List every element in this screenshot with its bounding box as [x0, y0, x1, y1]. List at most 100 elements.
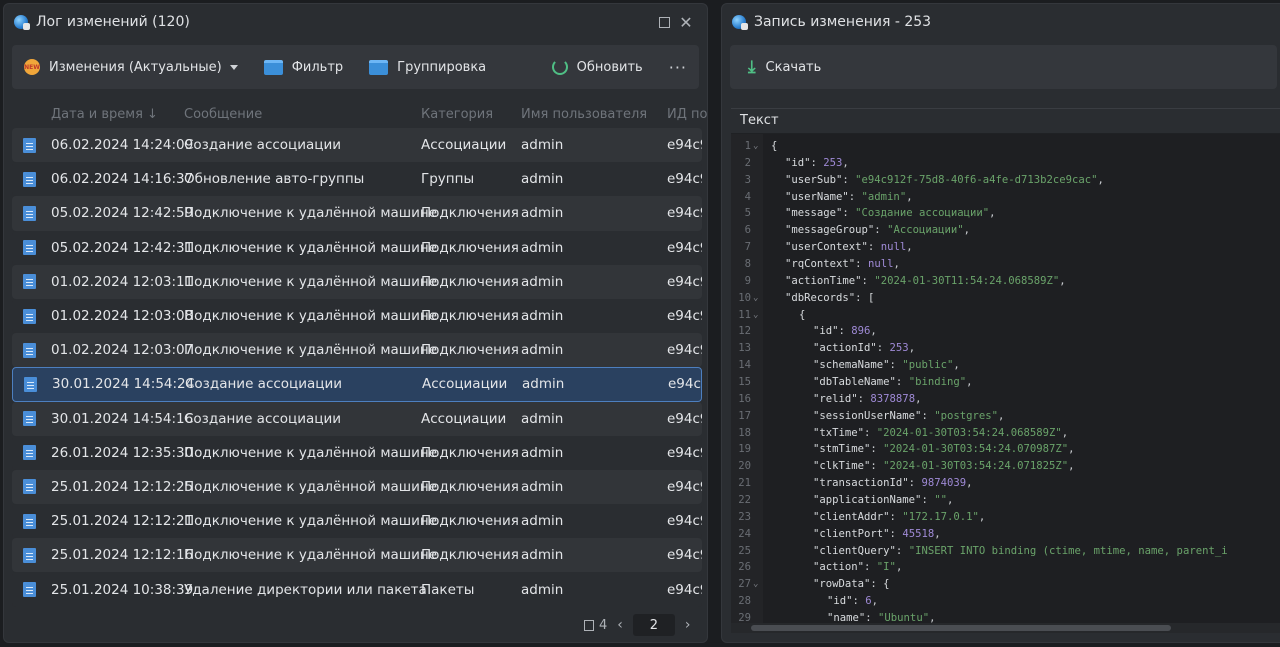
table-row[interactable]: 05.02.2024 12:42:31 Подключение к удалённ… [12, 230, 702, 265]
cell-id: e94c9 [667, 171, 702, 188]
line-number: 28 [738, 595, 751, 608]
cell-message: Подключение к удалённой машине [184, 273, 438, 290]
cell-user: admin [521, 410, 564, 427]
code-line: 16 "relid": 8378878, [731, 391, 1280, 408]
line-number: 12 [738, 325, 751, 338]
table-row[interactable]: 25.01.2024 10:38:39 Удаление директории и… [12, 572, 702, 607]
close-button[interactable]: ✕ [675, 11, 697, 33]
json-code-editor[interactable]: 1 ⌄{2 "id": 253, 3 "userSub": "e94c912f-75d8… [731, 134, 1280, 623]
cell-category: Подключения [421, 342, 519, 359]
json-key: "message" [785, 207, 843, 220]
column-header-category[interactable]: Категория [421, 107, 493, 122]
json-key: "sessionUserName" [813, 409, 922, 422]
text-panel-label: Текст [731, 109, 1280, 133]
line-number: 26 [738, 561, 751, 574]
cell-id: e94c9 [667, 205, 702, 222]
cell-user: admin [521, 547, 564, 564]
prev-page-button[interactable]: ‹ [617, 617, 623, 633]
cell-date: 01.02.2024 12:03:11 [51, 273, 194, 290]
table-row[interactable]: 30.01.2024 14:54:16 Создание ассоциации Ас… [12, 401, 702, 436]
json-value: "admin" [861, 190, 907, 203]
json-punctuation: , [906, 241, 913, 254]
column-header-user[interactable]: Имя пользователя [521, 107, 647, 122]
document-icon [23, 137, 36, 153]
line-number: 24 [738, 527, 751, 540]
table-header: Дата и время ↓ Сообщение Категория Имя п… [4, 100, 707, 128]
refresh-button[interactable]: Обновить [551, 59, 643, 75]
line-number: 15 [738, 376, 751, 389]
json-punctuation: , [842, 156, 849, 169]
table-row[interactable]: 26.01.2024 12:35:30 Подключение к удалённ… [12, 435, 702, 470]
json-value: 253 [889, 342, 909, 355]
fold-toggle-icon[interactable]: ⌄ [753, 290, 758, 307]
cell-date: 05.02.2024 12:42:31 [51, 239, 194, 256]
fold-toggle-icon[interactable]: ⌄ [753, 307, 758, 324]
json-value: { [883, 578, 890, 591]
table-row[interactable]: 25.01.2024 12:12:16 Подключение к удалённ… [12, 538, 702, 573]
page-number-input[interactable]: 2 [632, 614, 675, 636]
line-number: 7 [744, 241, 751, 254]
grouping-button[interactable]: Группировка [369, 59, 486, 75]
json-key: "stmTime" [813, 443, 871, 456]
column-header-message[interactable]: Сообщение [184, 107, 262, 122]
filter-button[interactable]: Фильтр [263, 59, 344, 75]
change-record-titlebar: Запись изменения - 253 [722, 4, 1280, 40]
scrollbar-thumb[interactable] [751, 625, 1171, 631]
json-value: 9874039 [921, 477, 967, 490]
column-header-id[interactable]: ИД по [667, 107, 707, 122]
json-key: "rowData" [813, 578, 871, 591]
json-punctuation: , [1068, 460, 1075, 473]
document-icon [23, 342, 36, 358]
view-dropdown[interactable]: NEW Изменения (Актуальные) [24, 59, 238, 75]
json-value: null [867, 258, 894, 271]
json-punctuation: , [963, 224, 970, 237]
document-icon [23, 513, 36, 529]
cell-category: Группы [421, 171, 475, 188]
code-line: 23 "clientAddr": "172.17.0.1", [731, 509, 1280, 526]
cell-category: Подключения [421, 547, 519, 564]
table-row[interactable]: 25.01.2024 12:12:25 Подключение к удалённ… [12, 469, 702, 505]
json-key: "clientQuery" [813, 544, 896, 557]
line-number: 22 [738, 494, 751, 507]
filter-label: Фильтр [291, 59, 344, 75]
refresh-label: Обновить [576, 59, 643, 75]
table-row[interactable]: 05.02.2024 12:42:59 Подключение к удалённ… [12, 196, 702, 231]
json-key: "applicationName" [813, 494, 922, 507]
json-punctuation: , [895, 561, 903, 574]
filter-icon [263, 59, 283, 75]
table-row[interactable]: 06.02.2024 14:24:09 Создание ассоциации Ас… [12, 128, 702, 163]
next-page-button[interactable]: › [685, 617, 691, 633]
fold-toggle-icon[interactable]: ⌄ [753, 138, 758, 155]
column-header-date[interactable]: Дата и время ↓ [51, 107, 158, 122]
code-line: 21 "transactionId": 9874039, [731, 475, 1280, 492]
refresh-icon [551, 59, 568, 75]
json-key: "transactionId" [813, 477, 909, 490]
cell-user: admin [521, 444, 564, 461]
more-menu-button[interactable]: ··· [669, 58, 687, 77]
maximize-button[interactable] [653, 11, 675, 33]
json-key: "userName" [785, 190, 849, 203]
cell-date: 01.02.2024 12:03:07 [51, 342, 194, 359]
table-row[interactable]: 01.02.2024 12:03:07 Подключение к удалённ… [12, 333, 702, 368]
table-row[interactable]: 06.02.2024 14:16:37 Обновление авто-групп… [12, 162, 702, 197]
line-number: 1 [744, 140, 751, 152]
json-key: "userContext" [785, 241, 868, 254]
download-button[interactable]: ⤓ Скачать [748, 57, 821, 77]
document-icon [23, 547, 36, 563]
line-number: 4 [744, 190, 751, 203]
json-punctuation: , [870, 325, 877, 338]
code-line: 6 "messageGroup": "Ассоциации", [731, 222, 1280, 239]
cell-id: e94c9 [667, 239, 702, 256]
horizontal-scrollbar[interactable] [731, 623, 1280, 633]
table-row[interactable]: 25.01.2024 12:12:21 Подключение к удалённ… [12, 504, 702, 539]
table-row[interactable]: 01.02.2024 12:03:11 Подключение к удалённ… [12, 264, 702, 299]
table-row[interactable]: 30.01.2024 14:54:24 Создание ассоциации Ас… [12, 367, 702, 402]
fold-toggle-icon[interactable]: ⌄ [753, 576, 758, 593]
change-log-window: Лог изменений (120) ✕ NEW Изменения (Акт… [3, 3, 708, 643]
line-number: 3 [744, 173, 751, 186]
cell-id: e94c9 [667, 342, 702, 359]
json-punctuation: , [1059, 274, 1066, 287]
code-line: 28 "id": 6, [731, 593, 1280, 610]
table-row[interactable]: 01.02.2024 12:03:08 Подключение к удалённ… [12, 298, 702, 334]
json-value: "2024-01-30T03:54:24.068589Z" [876, 426, 1062, 439]
